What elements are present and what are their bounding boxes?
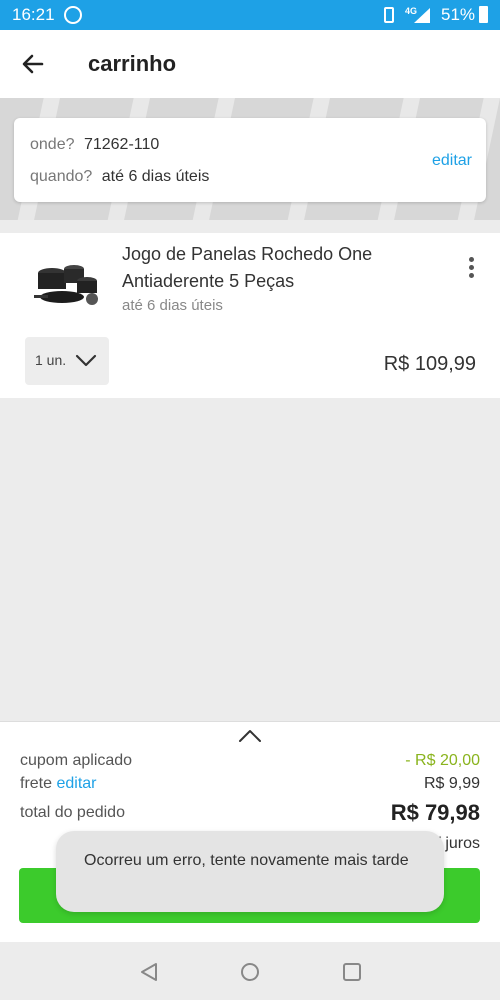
edit-delivery-link[interactable]: editar xyxy=(432,152,472,170)
shipping-row: frete editar R$ 9,99 xyxy=(20,775,480,793)
system-nav-bar xyxy=(0,942,500,1000)
edit-shipping-link[interactable]: editar xyxy=(56,775,96,792)
page-title: carrinho xyxy=(88,51,177,76)
nav-recent-apps-icon[interactable] xyxy=(340,960,364,984)
battery-percentage: 51% xyxy=(441,5,476,24)
delivery-when: quando? até 6 dias úteis xyxy=(30,168,209,186)
vibrate-icon xyxy=(384,7,394,23)
quantity-value: 1 un. xyxy=(35,352,67,368)
coupon-label: cupom aplicado xyxy=(20,752,133,769)
when-value: até 6 dias úteis xyxy=(101,168,210,185)
whatsapp-icon xyxy=(64,6,82,24)
app-bar: carrinho xyxy=(0,30,500,98)
nav-home-icon[interactable] xyxy=(238,960,262,984)
coupon-row: cupom aplicado - R$ 20,00 xyxy=(20,752,480,770)
when-label: quando? xyxy=(30,168,93,185)
cart-item: Jogo de Panelas Rochedo One Antiaderente… xyxy=(0,233,500,398)
total-row: total do pedido R$ 79,98 xyxy=(20,800,480,825)
product-eta: até 6 dias úteis xyxy=(122,297,223,314)
product-name[interactable]: Jogo de Panelas Rochedo One Antiaderente… xyxy=(122,241,422,295)
coupon-value: - R$ 20,00 xyxy=(405,752,480,769)
status-bar: 16:21 4G 51% xyxy=(0,0,500,30)
error-toast: Ocorreu um erro, tente novamente mais ta… xyxy=(56,831,444,912)
shipping-value: R$ 9,99 xyxy=(423,775,480,792)
where-label: onde? xyxy=(30,136,75,153)
quantity-selector[interactable]: 1 un. xyxy=(25,337,109,385)
total-value: R$ 79,98 xyxy=(390,800,480,825)
back-arrow-icon[interactable] xyxy=(18,49,48,79)
battery-icon xyxy=(479,6,488,23)
nav-back-icon[interactable] xyxy=(137,960,161,984)
chevron-down-icon xyxy=(75,354,97,367)
chevron-up-icon[interactable] xyxy=(238,728,262,744)
delivery-where: onde? 71262-110 xyxy=(30,136,159,154)
total-label: total do pedido xyxy=(20,804,125,821)
status-time: 16:21 xyxy=(12,5,55,24)
shipping-label: frete xyxy=(20,775,53,792)
signal-icon xyxy=(414,8,430,23)
where-value: 71262-110 xyxy=(83,136,160,153)
product-price: R$ 109,99 xyxy=(383,353,476,375)
more-options-icon[interactable] xyxy=(466,257,476,281)
product-image[interactable] xyxy=(32,251,102,311)
delivery-info-card: onde? 71262-110 quando? até 6 dias úteis… xyxy=(14,118,486,202)
